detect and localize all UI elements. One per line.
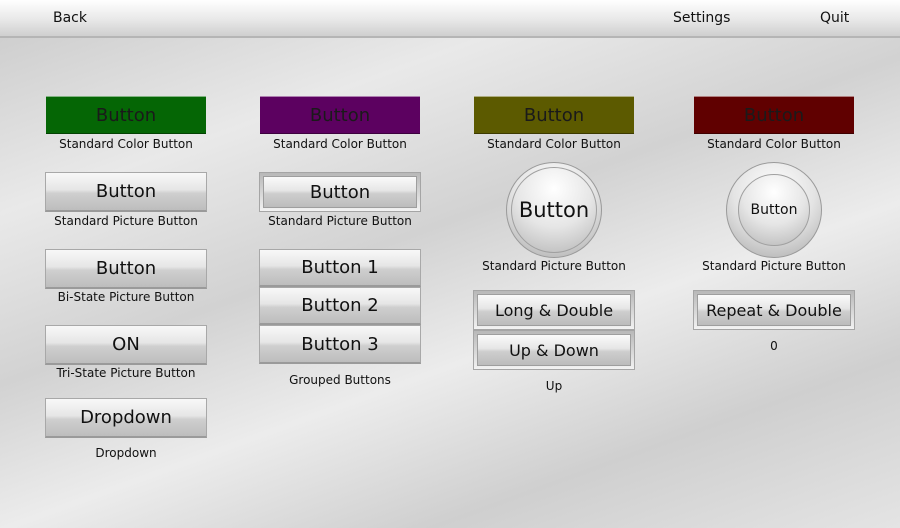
- standard-picture-button-label: Button: [95, 181, 157, 202]
- up-down-button[interactable]: Up & Down: [473, 330, 635, 370]
- group-button-3-label: Button 3: [301, 333, 379, 355]
- ring-picture-button-label: Button: [750, 202, 798, 218]
- round-picture-button-label: Button: [518, 198, 590, 222]
- purple-color-button-label: Button: [309, 104, 371, 126]
- bistate-picture-button[interactable]: Button: [45, 249, 207, 289]
- tristate-picture-button-label: ON: [112, 334, 140, 355]
- repeat-counter: 0: [770, 339, 778, 353]
- color-button-caption: Standard Color Button: [487, 137, 621, 151]
- settings-button[interactable]: Settings: [673, 10, 730, 26]
- back-button[interactable]: Back: [53, 10, 87, 26]
- picture-button-caption: Standard Picture Button: [54, 214, 198, 228]
- tristate-picture-button[interactable]: ON: [45, 325, 207, 365]
- grouped-buttons-caption: Grouped Buttons: [289, 373, 391, 387]
- ring-picture-button[interactable]: Button: [726, 162, 822, 258]
- group-button-2-label: Button 2: [301, 295, 379, 316]
- color-button-caption: Standard Color Button: [273, 137, 407, 151]
- dropdown-button[interactable]: Dropdown: [45, 398, 207, 438]
- purple-color-button[interactable]: Button: [260, 96, 420, 134]
- olive-color-button[interactable]: Button: [474, 96, 634, 134]
- maroon-color-button-label: Button: [743, 104, 805, 126]
- group-button-2[interactable]: Button 2: [259, 287, 421, 325]
- picture-button-caption: Standard Picture Button: [268, 214, 412, 228]
- maroon-color-button[interactable]: Button: [694, 96, 854, 134]
- ring-picture-button-face: Button: [738, 174, 810, 246]
- long-double-button-face: Long & Double: [477, 294, 631, 326]
- round-button-caption: Standard Picture Button: [482, 259, 626, 273]
- dropdown-caption: Dropdown: [95, 446, 157, 460]
- framed-picture-button[interactable]: Button: [259, 172, 421, 212]
- long-double-button-label: Long & Double: [494, 300, 614, 320]
- long-double-button[interactable]: Long & Double: [473, 290, 635, 330]
- bistate-picture-button-label: Button: [95, 258, 157, 279]
- round-picture-button-face: Button: [511, 167, 597, 253]
- tristate-caption: Tri-State Picture Button: [56, 366, 196, 380]
- bistate-caption: Bi-State Picture Button: [57, 290, 195, 304]
- framed-picture-button-face: Button: [263, 176, 417, 208]
- green-color-button-label: Button: [95, 104, 157, 126]
- group-button-1-label: Button 1: [301, 257, 379, 278]
- status-text: Up: [545, 379, 563, 393]
- color-button-caption: Standard Color Button: [707, 137, 841, 151]
- quit-button[interactable]: Quit: [820, 10, 849, 26]
- framed-picture-button-label: Button: [309, 181, 371, 203]
- dropdown-button-label: Dropdown: [80, 407, 172, 428]
- group-button-1[interactable]: Button 1: [259, 249, 421, 287]
- up-down-button-face: Up & Down: [477, 334, 631, 366]
- up-down-button-label: Up & Down: [509, 340, 599, 360]
- color-button-caption: Standard Color Button: [59, 137, 193, 151]
- green-color-button[interactable]: Button: [46, 96, 206, 134]
- repeat-double-button-label: Repeat & Double: [706, 300, 842, 320]
- top-bar: Back Settings Quit: [0, 0, 900, 38]
- ring-button-caption: Standard Picture Button: [702, 259, 846, 273]
- standard-picture-button[interactable]: Button: [45, 172, 207, 212]
- group-button-3[interactable]: Button 3: [259, 325, 421, 364]
- round-picture-button[interactable]: Button: [506, 162, 602, 258]
- repeat-double-button[interactable]: Repeat & Double: [693, 290, 855, 330]
- repeat-double-button-face: Repeat & Double: [697, 294, 851, 326]
- olive-color-button-label: Button: [523, 104, 585, 126]
